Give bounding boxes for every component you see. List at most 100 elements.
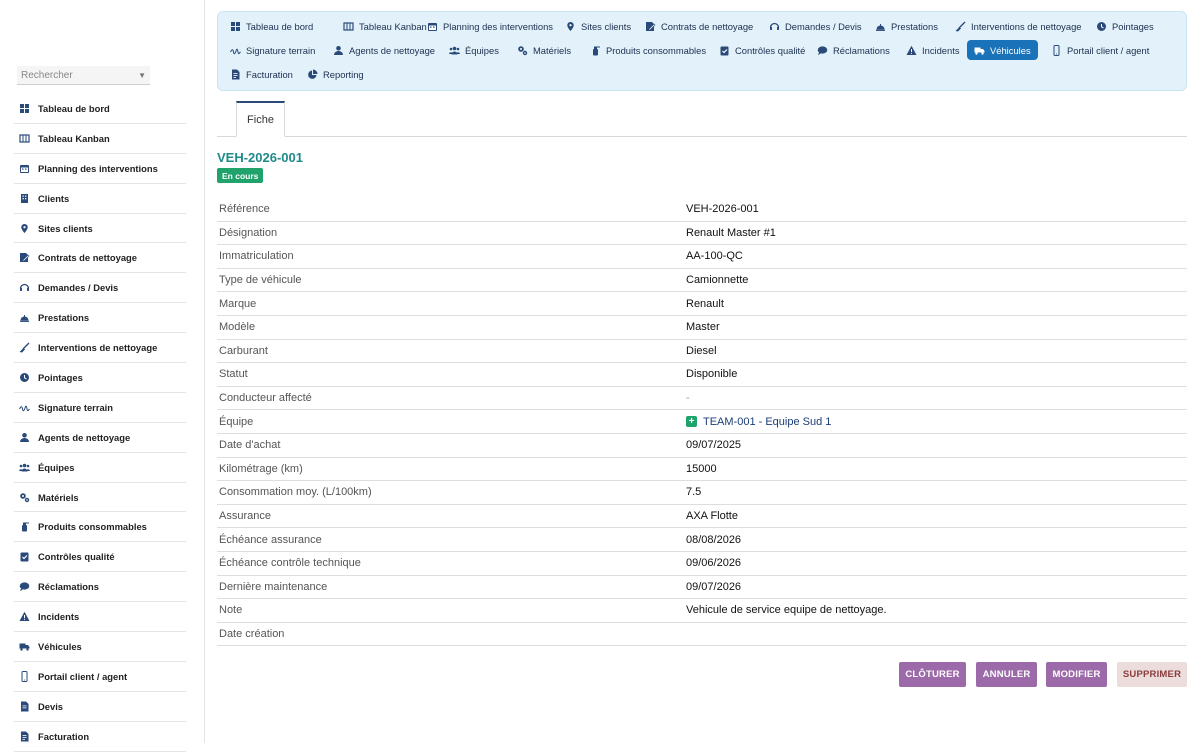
field-label: Assurance xyxy=(219,510,271,523)
annuler-button[interactable]: ANNULER xyxy=(976,662,1037,687)
sidebar-item-interventions-de-nettoyage[interactable]: Interventions de nettoyage xyxy=(14,333,186,364)
sidebar-item-prestations[interactable]: Prestations xyxy=(14,303,186,334)
nav-item-agents-de-nettoyage[interactable]: Agents de nettoyage xyxy=(326,40,442,60)
signature-icon xyxy=(230,45,241,56)
service-bell-icon xyxy=(875,21,886,32)
field-value: AXA Flotte xyxy=(686,510,738,522)
sidebar-item-sites-clients[interactable]: Sites clients xyxy=(14,214,186,244)
field-value: 09/07/2025 xyxy=(686,439,741,451)
search-select[interactable]: Rechercher ▼ xyxy=(17,66,150,85)
sidebar-item-tableau-de-bord[interactable]: Tableau de bord xyxy=(14,94,186,124)
field-label: Modèle xyxy=(219,321,256,334)
nav-item-label: Tableau Kanban xyxy=(359,20,427,32)
field-row-conducteur-affecte: Conducteur affecté - xyxy=(217,387,1187,411)
sidebar-item-label: Tableau Kanban xyxy=(38,132,110,144)
nav-item-label: Équipes xyxy=(465,44,499,56)
field-row-reference: Référence VEH-2026-001 xyxy=(217,198,1187,222)
field-value: Disponible xyxy=(686,368,737,380)
nav-item-equipes[interactable]: Équipes xyxy=(442,40,506,60)
sidebar-item-portail-client-agent[interactable]: Portail client / agent xyxy=(14,662,186,692)
sidebar-item-contrats-de-nettoyage[interactable]: Contrats de nettoyage xyxy=(14,243,186,274)
field-value-text: Disponible xyxy=(686,368,738,381)
nav-item-demandes-devis[interactable]: Demandes / Devis xyxy=(762,16,869,36)
sidebar-item-clients[interactable]: Clients xyxy=(14,184,186,214)
sidebar-item-demandes-devis[interactable]: Demandes / Devis xyxy=(14,273,186,304)
status-badge: En cours xyxy=(217,168,264,183)
field-value: Renault xyxy=(686,298,724,310)
sidebar-item-signature-terrain[interactable]: Signature terrain xyxy=(14,393,186,423)
field-row-designation: Désignation Renault Master #1 xyxy=(217,222,1187,246)
nav-item-tableau-de-bord[interactable]: Tableau de bord xyxy=(223,16,320,36)
sidebar-item-produits-consommables[interactable]: Produits consommables xyxy=(14,512,186,543)
cloturer-button[interactable]: CLÔTURER xyxy=(899,662,966,687)
nav-item-produits-consommables[interactable]: Produits consommables xyxy=(583,40,713,60)
nav-item-controles-qualite[interactable]: Contrôles qualité xyxy=(712,40,812,60)
sidebar-item-reclamations[interactable]: Réclamations xyxy=(14,572,186,603)
field-value-text: - xyxy=(686,392,690,405)
sidebar-item-devis[interactable]: Devis xyxy=(14,692,186,722)
sidebar-item-tableau-kanban[interactable]: Tableau Kanban xyxy=(14,124,186,154)
field-row-assurance: Assurance AXA Flotte xyxy=(217,505,1187,529)
broom-icon xyxy=(19,342,30,353)
sidebar-item-pointages[interactable]: Pointages xyxy=(14,363,186,393)
sidebar-item-facturation[interactable]: Facturation xyxy=(14,722,186,752)
sidebar-item-controles-qualite[interactable]: Contrôles qualité xyxy=(14,542,186,573)
team-icon: + xyxy=(686,416,697,428)
nav-item-contrats-de-nettoyage[interactable]: Contrats de nettoyage xyxy=(638,16,760,36)
sidebar-item-materiels[interactable]: Matériels xyxy=(14,483,186,513)
sidebar-item-incidents[interactable]: Incidents xyxy=(14,602,186,633)
nav-item-pointages[interactable]: Pointages xyxy=(1089,16,1161,36)
field-row-modele: Modèle Master xyxy=(217,316,1187,340)
field-label: Immatriculation xyxy=(219,250,294,263)
nav-item-label: Demandes / Devis xyxy=(785,20,862,32)
nav-item-interventions-de-nettoyage[interactable]: Interventions de nettoyage xyxy=(948,16,1089,36)
nav-item-vehicules[interactable]: Véhicules xyxy=(967,40,1038,60)
team-link[interactable]: TEAM-001 - Equipe Sud 1 xyxy=(703,416,831,428)
field-label: Désignation xyxy=(219,226,278,239)
field-label: Échéance contrôle technique xyxy=(219,557,361,570)
field-value-text: AA-100-QC xyxy=(686,250,743,263)
field-row-consommation-moy-l-100km: Consommation moy. (L/100km) 7.5 xyxy=(217,481,1187,505)
field-row-carburant: Carburant Diesel xyxy=(217,340,1187,364)
truck-icon xyxy=(974,45,985,56)
field-label: Statut xyxy=(219,368,248,381)
nav-item-label: Planning des interventions xyxy=(443,20,553,32)
sidebar-item-planning-des-interventions[interactable]: Planning des interventions xyxy=(14,154,186,184)
supprimer-button[interactable]: SUPPRIMER xyxy=(1117,662,1187,687)
signature-icon xyxy=(19,402,30,413)
field-value: 09/06/2026 xyxy=(686,557,741,569)
sidebar-item-vehicules[interactable]: Véhicules xyxy=(14,632,186,662)
sidebar-item-label: Clients xyxy=(38,192,70,204)
nav-item-reclamations[interactable]: Réclamations xyxy=(810,40,897,60)
field-value: 7.5 xyxy=(686,486,701,498)
nav-item-incidents[interactable]: Incidents xyxy=(899,40,967,60)
mobile-icon xyxy=(19,670,30,682)
field-row-date-d-achat: Date d'achat 09/07/2025 xyxy=(217,434,1187,458)
field-row-note: Note Vehicule de service equipe de nettoy… xyxy=(217,599,1187,623)
gears-icon xyxy=(517,45,528,56)
nav-item-label: Contrats de nettoyage xyxy=(661,20,754,32)
field-row-equipe: Équipe + TEAM-001 - Equipe Sud 1 xyxy=(217,410,1187,434)
field-label: Type de véhicule xyxy=(219,274,302,287)
sidebar-item-label: Tableau de bord xyxy=(38,102,110,114)
modifier-button[interactable]: MODIFIER xyxy=(1046,662,1107,687)
nav-item-sites-clients[interactable]: Sites clients xyxy=(558,16,638,36)
nav-item-reporting[interactable]: Reporting xyxy=(300,64,371,84)
nav-item-materiels[interactable]: Matériels xyxy=(510,40,578,60)
nav-item-prestations[interactable]: Prestations xyxy=(868,16,945,36)
sidebar: Rechercher ▼ Tableau de bord Tableau Kanb… xyxy=(0,0,205,752)
sidebar-item-label: Contrats de nettoyage xyxy=(38,252,137,264)
nav-item-signature-terrain[interactable]: Signature terrain xyxy=(223,40,322,60)
contract-icon xyxy=(19,252,30,263)
field-row-marque: Marque Renault xyxy=(217,292,1187,316)
sidebar-item-label: Matériels xyxy=(38,491,79,503)
nav-item-facturation[interactable]: Facturation xyxy=(223,64,300,84)
sidebar-item-equipes[interactable]: Équipes xyxy=(14,453,186,483)
nav-item-portail-client-agent[interactable]: Portail client / agent xyxy=(1044,40,1156,60)
nav-item-planning-des-interventions[interactable]: Planning des interventions xyxy=(420,16,560,36)
sidebar-item-label: Demandes / Devis xyxy=(38,282,119,294)
field-value-text: 09/07/2025 xyxy=(686,439,742,452)
search-placeholder: Rechercher xyxy=(21,69,73,81)
sidebar-item-agents-de-nettoyage[interactable]: Agents de nettoyage xyxy=(14,423,186,453)
tab-fiche[interactable]: Fiche xyxy=(236,101,285,137)
